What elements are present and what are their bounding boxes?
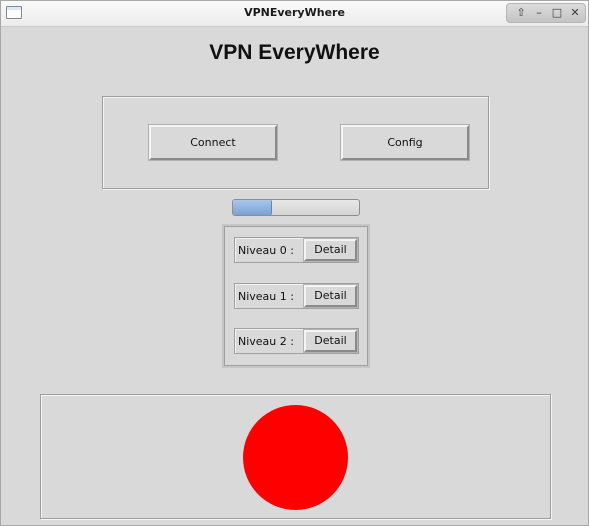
detail-button-1[interactable]: Detail: [303, 284, 358, 308]
detail-button-0[interactable]: Detail: [303, 238, 358, 262]
window-controls: ⇧ – □ ✕: [506, 3, 586, 23]
close-icon[interactable]: ✕: [567, 5, 583, 21]
level-row-1: Niveau 1 : Detail: [234, 283, 359, 309]
level-label-2: Niveau 2 :: [238, 335, 294, 348]
progress-fill: [233, 200, 272, 215]
up-arrow-icon[interactable]: ⇧: [513, 5, 529, 21]
config-button[interactable]: Config: [340, 124, 470, 161]
window-title: VPNEveryWhere: [244, 6, 345, 19]
detail-button-2[interactable]: Detail: [303, 329, 358, 353]
level-row-2: Niveau 2 : Detail: [234, 328, 359, 354]
level-label-0: Niveau 0 :: [238, 244, 294, 257]
maximize-icon[interactable]: □: [549, 5, 565, 21]
title-bar[interactable]: VPNEveryWhere ⇧ – □ ✕: [1, 1, 588, 27]
connect-button[interactable]: Connect: [148, 124, 278, 161]
status-indicator: [243, 405, 348, 510]
progress-bar: [232, 199, 360, 216]
page-title: VPN EveryWhere: [209, 41, 380, 64]
level-row-0: Niveau 0 : Detail: [234, 237, 359, 263]
level-label-1: Niveau 1 :: [238, 290, 294, 303]
minimize-icon[interactable]: –: [531, 5, 547, 21]
app-window: VPNEveryWhere ⇧ – □ ✕ VPN EveryWhere Con…: [0, 0, 589, 526]
